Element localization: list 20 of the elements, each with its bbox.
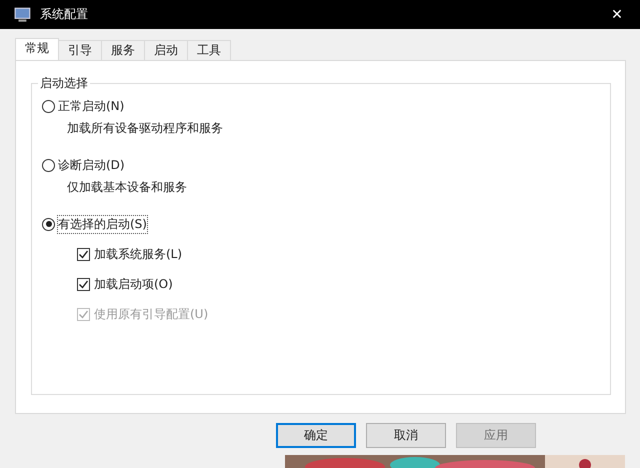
dialog-button[interactable]: 确定 [276,423,356,448]
radio-label[interactable]: 诊断启动(D) [58,156,125,174]
checkbox[interactable] [77,248,90,261]
window-title: 系统配置 [40,6,89,23]
radio-button[interactable] [42,218,55,230]
dialog-button[interactable]: 取消 [366,423,446,448]
tab[interactable]: 常规 [15,38,59,60]
radio-button[interactable] [42,158,55,172]
app-icon [14,6,32,24]
radio-label[interactable]: 有选择的启动(S) [58,216,147,232]
checkbox-label[interactable]: 加载启动项(O) [94,276,173,293]
radio-label[interactable]: 正常启动(N) [58,98,124,114]
option-description: 仅加载基本设备和服务 [67,179,188,196]
tab[interactable]: 工具 [187,40,231,60]
close-button[interactable]: ✕ [594,6,640,22]
checkbox[interactable] [77,278,90,291]
checkbox-label[interactable]: 加载系统服务(L) [94,246,182,263]
radio-button[interactable] [42,100,55,112]
option-description: 加载所有设备驱动程序和服务 [67,120,224,137]
group-title: 启动选择 [38,75,90,92]
